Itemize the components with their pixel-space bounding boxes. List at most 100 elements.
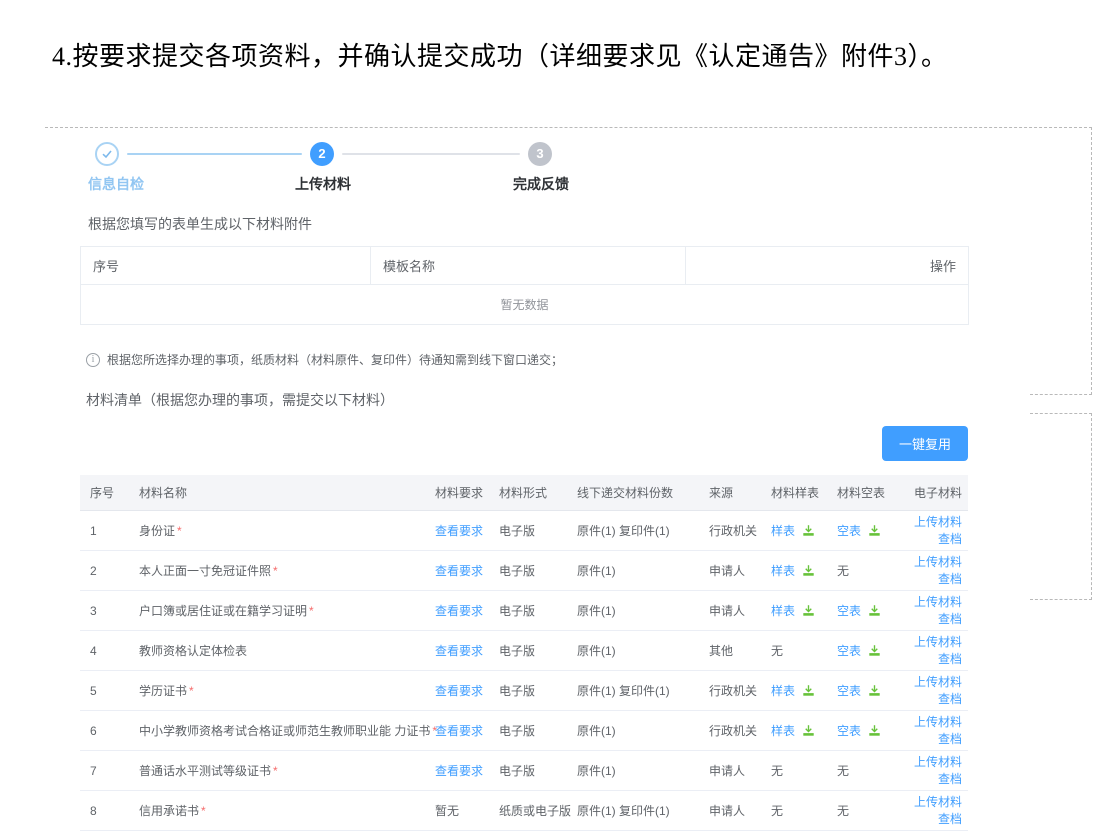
material-source: 行政机关: [705, 511, 767, 551]
material-index: 5: [80, 671, 135, 711]
material-index: 1: [80, 511, 135, 551]
download-icon[interactable]: [868, 684, 881, 697]
electronic-material-cell: 上传材料查档: [901, 551, 968, 591]
material-name: 学历证书*: [135, 671, 431, 711]
sample-form-cell: 样表: [767, 511, 833, 551]
download-icon[interactable]: [802, 524, 815, 537]
template-table: 序号 模板名称 操作 暂无数据: [80, 246, 969, 325]
sample-form-link[interactable]: 样表: [771, 724, 795, 738]
offline-copies: 原件(1) 复印件(1): [573, 511, 705, 551]
sample-form-cell: 无: [767, 631, 833, 671]
electronic-material-cell: 上传材料查档: [901, 511, 968, 551]
material-row: 3户口簿或居住证或在籍学习证明*查看要求电子版原件(1)申请人样表空表上传材料查…: [80, 591, 968, 631]
download-icon[interactable]: [868, 644, 881, 657]
required-asterisk: *: [273, 764, 278, 778]
upload-material-link[interactable]: 上传材料: [905, 634, 962, 651]
download-icon[interactable]: [802, 564, 815, 577]
upload-material-link[interactable]: 上传材料: [905, 674, 962, 691]
material-form: 电子版: [495, 751, 573, 791]
blank-form-cell: 空表: [833, 591, 901, 631]
blank-form-link[interactable]: 空表: [837, 644, 861, 658]
upload-material-link[interactable]: 上传材料: [905, 794, 962, 811]
blank-form-cell: 空表: [833, 711, 901, 751]
blank-form-cell: 无: [833, 791, 901, 831]
check-archive-link[interactable]: 查档: [905, 771, 962, 788]
material-source: 行政机关: [705, 711, 767, 751]
material-index: 8: [80, 791, 135, 831]
material-source: 其他: [705, 631, 767, 671]
upload-material-link[interactable]: 上传材料: [905, 714, 962, 731]
view-requirement-link[interactable]: 查看要求: [435, 684, 483, 698]
material-form: 电子版: [495, 711, 573, 751]
check-archive-link[interactable]: 查档: [905, 691, 962, 708]
upload-material-link[interactable]: 上传材料: [905, 754, 962, 771]
check-archive-link[interactable]: 查档: [905, 611, 962, 628]
blank-form-link[interactable]: 空表: [837, 604, 861, 618]
upload-material-link[interactable]: 上传材料: [905, 594, 962, 611]
sample-none-text: 无: [771, 644, 783, 658]
offline-copies: 原件(1) 复印件(1): [573, 791, 705, 831]
check-archive-link[interactable]: 查档: [905, 731, 962, 748]
material-name-text: 中小学教师资格考试合格证或师范生教师职业能 力证书: [139, 724, 430, 738]
material-name: 本人正面一寸免冠证件照*: [135, 551, 431, 591]
blank-none-text: 无: [837, 804, 849, 818]
download-icon[interactable]: [868, 724, 881, 737]
material-name: 中小学教师资格考试合格证或师范生教师职业能 力证书*: [135, 711, 431, 751]
upload-material-link[interactable]: 上传材料: [905, 514, 962, 531]
info-icon: i: [86, 353, 100, 367]
materials-table-header-row: 序号 材料名称 材料要求 材料形式 线下递交材料份数 来源 材料样表 材料空表 …: [80, 475, 968, 511]
offline-copies: 原件(1): [573, 551, 705, 591]
check-archive-link[interactable]: 查档: [905, 531, 962, 548]
view-requirement-link[interactable]: 查看要求: [435, 724, 483, 738]
sample-form-link[interactable]: 样表: [771, 524, 795, 538]
material-source: 行政机关: [705, 671, 767, 711]
materials-list-heading: 材料清单（根据您办理的事项，需提交以下材料）: [80, 390, 968, 410]
required-asterisk: *: [189, 684, 194, 698]
col-index: 序号: [80, 475, 135, 511]
materials-table: 序号 材料名称 材料要求 材料形式 线下递交材料份数 来源 材料样表 材料空表 …: [80, 475, 968, 831]
check-archive-link[interactable]: 查档: [905, 811, 962, 828]
step-label-upload-materials: 上传材料: [295, 174, 351, 194]
download-icon[interactable]: [802, 724, 815, 737]
material-index: 2: [80, 551, 135, 591]
dashed-frame-top-bottom-edge: [1030, 394, 1092, 395]
blank-form-link[interactable]: 空表: [837, 524, 861, 538]
download-icon[interactable]: [802, 684, 815, 697]
view-requirement-link[interactable]: 查看要求: [435, 524, 483, 538]
view-requirement-link[interactable]: 查看要求: [435, 764, 483, 778]
download-icon[interactable]: [868, 524, 881, 537]
materials-table-body: 1身份证*查看要求电子版原件(1) 复印件(1)行政机关样表空表上传材料查档2本…: [80, 511, 968, 831]
download-icon[interactable]: [802, 604, 815, 617]
step-1-circle: [95, 142, 119, 166]
view-requirement-link[interactable]: 查看要求: [435, 604, 483, 618]
template-col-name: 模板名称: [371, 247, 686, 285]
material-name-text: 学历证书: [139, 684, 187, 698]
material-index: 4: [80, 631, 135, 671]
check-archive-link[interactable]: 查档: [905, 571, 962, 588]
template-col-index: 序号: [81, 247, 371, 285]
check-archive-link[interactable]: 查档: [905, 651, 962, 668]
material-row: 6中小学教师资格考试合格证或师范生教师职业能 力证书*查看要求电子版原件(1)行…: [80, 711, 968, 751]
material-form: 电子版: [495, 631, 573, 671]
material-name: 信用承诺书*: [135, 791, 431, 831]
blank-form-link[interactable]: 空表: [837, 684, 861, 698]
material-row: 7普通话水平测试等级证书*查看要求电子版原件(1)申请人无无上传材料查档: [80, 751, 968, 791]
material-name: 普通话水平测试等级证书*: [135, 751, 431, 791]
blank-form-cell: 空表: [833, 511, 901, 551]
view-requirement-link[interactable]: 查看要求: [435, 644, 483, 658]
generated-attachments-heading: 根据您填写的表单生成以下材料附件: [80, 214, 968, 234]
blank-form-link[interactable]: 空表: [837, 724, 861, 738]
col-source: 来源: [705, 475, 767, 511]
upload-material-link[interactable]: 上传材料: [905, 554, 962, 571]
sample-form-link[interactable]: 样表: [771, 604, 795, 618]
download-icon[interactable]: [868, 604, 881, 617]
sample-form-link[interactable]: 样表: [771, 564, 795, 578]
view-requirement-link[interactable]: 查看要求: [435, 564, 483, 578]
one-click-reuse-button[interactable]: 一键复用: [882, 426, 968, 461]
step-wizard: 2 3 信息自检 上传材料 完成反馈: [80, 140, 968, 200]
material-index: 3: [80, 591, 135, 631]
blank-form-cell: 空表: [833, 631, 901, 671]
sample-form-link[interactable]: 样表: [771, 684, 795, 698]
material-source: 申请人: [705, 591, 767, 631]
material-name-text: 户口簿或居住证或在籍学习证明: [139, 604, 307, 618]
